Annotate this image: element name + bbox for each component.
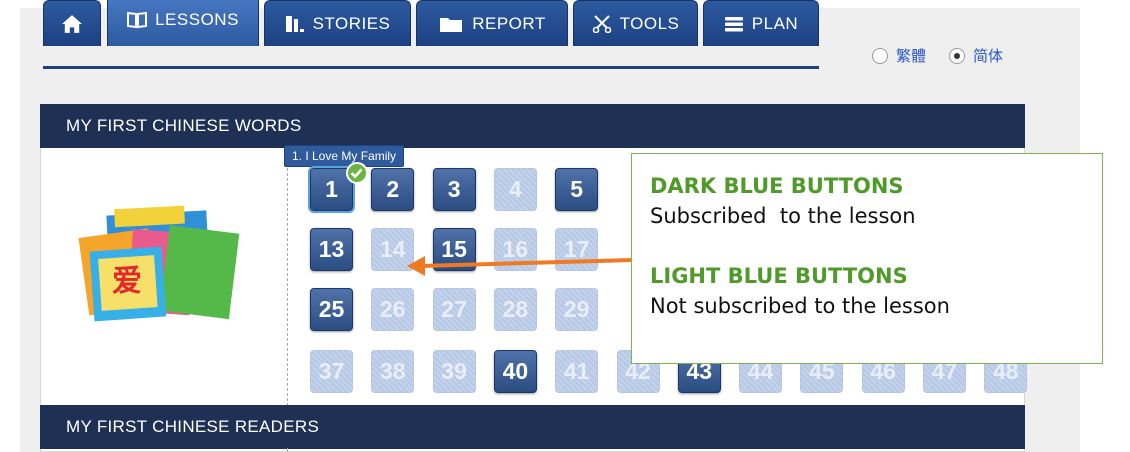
tab-label: TOOLS [619, 13, 680, 33]
light-buttons-text: Not subscribed to the lesson [650, 294, 950, 318]
completed-check-icon [346, 162, 368, 184]
lesson-button-39[interactable]: 39 [432, 350, 476, 393]
book-icon [127, 11, 148, 29]
lesson-button-5[interactable]: 5 [555, 168, 599, 211]
dark-buttons-text: Subscribed to the lesson [650, 204, 916, 228]
tab-label: STORIES [312, 13, 391, 33]
stories-book-icon [285, 15, 304, 32]
language-simplified[interactable]: 简体 [949, 45, 1003, 66]
tab-stories[interactable]: STORIES [264, 0, 411, 46]
section-title: MY FIRST CHINESE READERS [66, 417, 320, 436]
section-header-words[interactable]: MY FIRST CHINESE WORDS [40, 104, 1025, 148]
dark-buttons-title: DARK BLUE BUTTONS [650, 174, 904, 198]
light-buttons-title: LIGHT BLUE BUTTONS [650, 264, 908, 288]
tab-home[interactable] [43, 0, 101, 46]
svg-text:爱: 爱 [112, 264, 142, 299]
tab-label: LESSONS [155, 10, 239, 29]
list-icon [724, 16, 743, 31]
scissors-icon [592, 14, 611, 33]
lesson-button-25[interactable]: 25 [310, 288, 353, 331]
column-divider [287, 448, 288, 452]
lesson-button-3[interactable]: 3 [432, 168, 476, 211]
language-traditional[interactable]: 繁體 [872, 45, 926, 66]
lesson-button-40[interactable]: 40 [493, 350, 537, 393]
lesson-button-2[interactable]: 2 [371, 168, 415, 211]
tooltip-text: 1. I Love My Family [292, 149, 397, 163]
language-label: 简体 [973, 48, 1004, 65]
lesson-button-38[interactable]: 38 [371, 350, 415, 393]
book-set-cover-image[interactable]: 爱 [78, 205, 253, 325]
lesson-button-13[interactable]: 13 [310, 228, 353, 271]
tab-tools[interactable]: TOOLS [573, 0, 698, 46]
lesson-button-27[interactable]: 27 [432, 288, 476, 331]
tab-report[interactable]: REPORT [416, 0, 568, 46]
column-divider [287, 148, 288, 406]
lesson-button-26[interactable]: 26 [371, 288, 415, 331]
radio-button[interactable] [872, 47, 888, 64]
section-header-readers[interactable]: MY FIRST CHINESE READERS [40, 405, 1025, 449]
lesson-button-28[interactable]: 28 [493, 288, 537, 331]
lesson-button-41[interactable]: 41 [555, 350, 599, 393]
language-label: 繁體 [896, 48, 927, 65]
tab-lessons[interactable]: LESSONS [107, 0, 259, 46]
lesson-button-37[interactable]: 37 [310, 350, 353, 393]
tab-label: REPORT [472, 13, 546, 33]
radio-button-selected[interactable] [949, 47, 965, 64]
legend-callout: DARK BLUE BUTTONS Subscribed to the less… [631, 153, 1103, 364]
lesson-button-4[interactable]: 4 [493, 168, 537, 211]
section-title: MY FIRST CHINESE WORDS [66, 116, 302, 135]
tab-plan[interactable]: PLAN [703, 0, 819, 46]
tab-label: PLAN [751, 13, 799, 33]
tab-bar-underline [43, 66, 819, 69]
home-icon [62, 14, 82, 33]
pointer-arrow [407, 256, 634, 276]
lesson-button-29[interactable]: 29 [555, 288, 599, 331]
folder-icon [440, 17, 463, 32]
lesson-tooltip: 1. I Love My Family [284, 145, 405, 173]
